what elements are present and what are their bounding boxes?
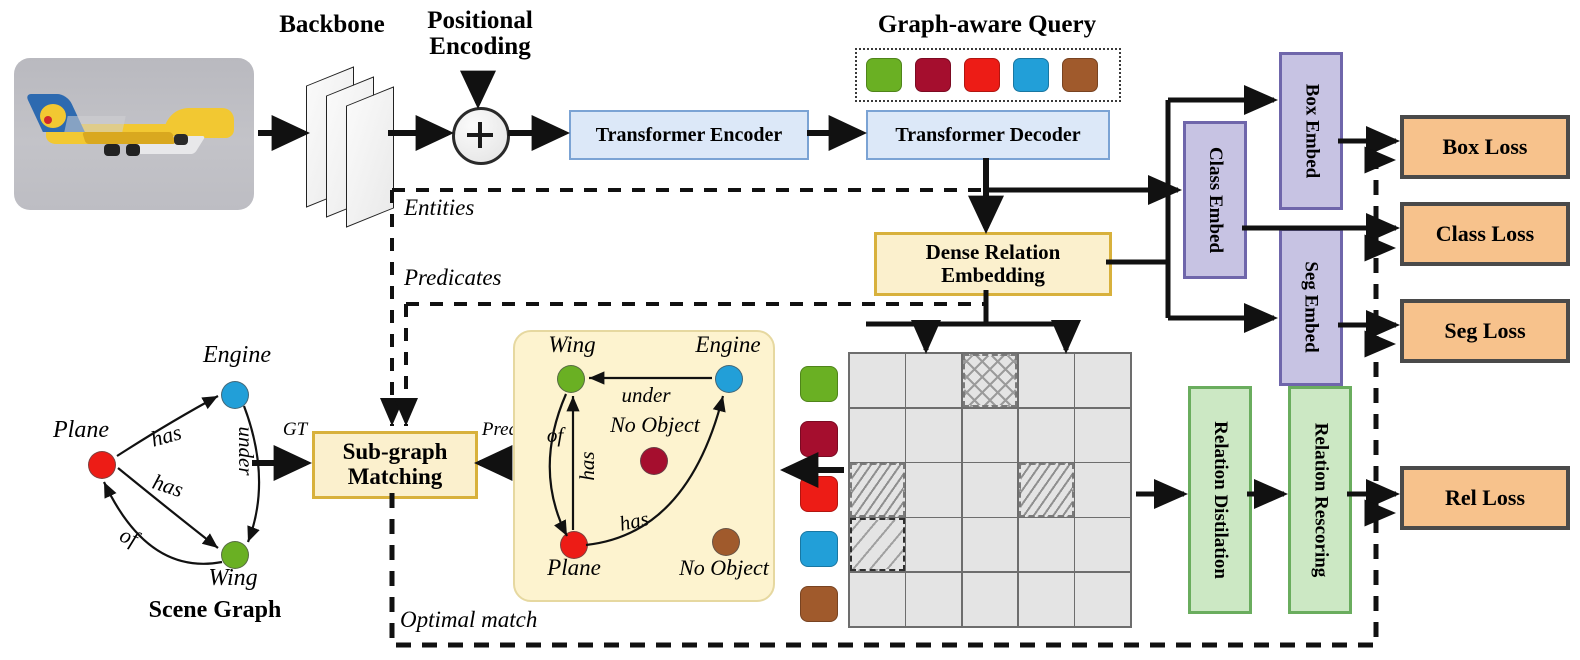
transformer-decoder-box[interactable]: Transformer Decoder <box>866 110 1110 160</box>
matrix-cell-crosshatch <box>962 354 1018 408</box>
query-chip-2 <box>915 58 951 92</box>
box-embed-box[interactable]: Box Embed <box>1279 52 1343 210</box>
gt-edge-has-1: has <box>147 419 185 452</box>
relation-distilation-box[interactable]: Relation Distilation <box>1188 386 1252 614</box>
pred-label-plane: Plane <box>547 555 601 580</box>
matrix-cell <box>850 408 905 462</box>
gt-edge-under: under <box>234 426 259 476</box>
sum-node-icon <box>452 107 510 165</box>
class-embed-label: Class Embed <box>1205 146 1227 254</box>
relation-distilation-label: Relation Distilation <box>1210 421 1231 579</box>
matrix-row-chip-2 <box>800 421 838 457</box>
relation-matrix[interactable] <box>848 352 1132 628</box>
matrix-cell <box>1018 572 1074 626</box>
query-chip-4 <box>1013 58 1049 92</box>
query-chip-5 <box>1062 58 1098 92</box>
graph-aware-query-label: Graph-aware Query <box>877 11 1097 38</box>
gt-label-wing: Wing <box>208 565 258 591</box>
pred-label-noobject-2: No Object <box>679 555 769 580</box>
seg-embed-box[interactable]: Seg Embed <box>1279 228 1343 386</box>
matrix-row-chip-4 <box>800 531 838 567</box>
matrix-cell <box>962 572 1018 626</box>
matrix-row-chip-1 <box>800 366 838 402</box>
pred-node-noobject-1 <box>640 447 668 475</box>
entities-label: Entities <box>404 195 475 220</box>
matrix-cell <box>1075 518 1130 572</box>
matrix-cell <box>1075 408 1130 462</box>
matrix-cell <box>1075 354 1130 408</box>
matrix-cell-wave <box>1018 463 1074 517</box>
class-embed-box[interactable]: Class Embed <box>1183 121 1247 279</box>
matrix-cell <box>906 572 962 626</box>
box-loss-box[interactable]: Box Loss <box>1400 115 1570 179</box>
matrix-cell <box>1018 518 1074 572</box>
input-image <box>14 58 254 210</box>
matrix-cell-diagonal <box>850 518 905 572</box>
matrix-cell <box>906 463 962 517</box>
optimal-match-label: Optimal match <box>400 607 538 632</box>
gt-edge-has-2: has <box>149 468 187 503</box>
seg-embed-label: Seg Embed <box>1301 261 1323 353</box>
matrix-row-chip-3 <box>800 476 838 512</box>
gt-edge-of: of <box>116 521 142 552</box>
rel-loss-box[interactable]: Rel Loss <box>1400 466 1570 530</box>
backbone-layer-3 <box>346 86 394 228</box>
matrix-cell-wave <box>850 463 905 517</box>
transformer-encoder-box[interactable]: Transformer Encoder <box>569 110 809 160</box>
pred-label-noobject-1: No Object <box>610 412 700 437</box>
query-chip-1 <box>866 58 902 92</box>
pred-node-wing <box>557 365 585 393</box>
pred-label-engine: Engine <box>695 332 761 357</box>
subgraph-matching-box[interactable]: Sub-graph Matching <box>312 431 478 499</box>
matrix-cell <box>906 518 962 572</box>
box-embed-label: Box Embed <box>1301 83 1322 179</box>
matrix-cell <box>1075 463 1130 517</box>
matrix-row-chip-5 <box>800 586 838 622</box>
gt-node-plane <box>88 451 116 479</box>
predicates-label: Predicates <box>404 265 502 290</box>
matrix-cell <box>1018 354 1074 408</box>
matrix-cell <box>1075 572 1130 626</box>
matrix-cell <box>906 408 962 462</box>
figure-canvas: Backbone Positional Encoding Transformer… <box>0 0 1580 660</box>
matrix-cell <box>962 518 1018 572</box>
matrix-cell <box>962 408 1018 462</box>
query-chip-3 <box>964 58 1000 92</box>
pred-node-noobject-2 <box>712 528 740 556</box>
matrix-cell <box>1018 408 1074 462</box>
relation-rescoring-box[interactable]: Relation Rescoring <box>1288 386 1352 614</box>
graph-aware-query-strip <box>855 48 1121 102</box>
matrix-cell <box>850 572 905 626</box>
gt-label-engine: Engine <box>203 342 271 368</box>
pred-label-wing: Wing <box>548 332 596 357</box>
matrix-cell <box>850 354 905 408</box>
backbone-label: Backbone <box>279 11 385 38</box>
class-loss-box[interactable]: Class Loss <box>1400 202 1570 266</box>
seg-loss-box[interactable]: Seg Loss <box>1400 299 1570 363</box>
gt-node-engine <box>221 381 249 409</box>
gt-label-plane: Plane <box>53 417 109 443</box>
pred-edge-of: of <box>546 423 564 447</box>
pred-edge-has-1: has <box>574 451 599 481</box>
matrix-cell <box>906 354 962 408</box>
gt-label: GT <box>282 419 308 440</box>
pred-node-engine <box>715 365 743 393</box>
relation-rescoring-label: Relation Rescoring <box>1310 422 1331 578</box>
pred-edge-under: under <box>621 383 671 407</box>
positional-encoding-label: Positional Encoding <box>427 7 533 61</box>
scene-graph-caption: Scene Graph <box>148 597 282 623</box>
dense-relation-embedding-box[interactable]: Dense Relation Embedding <box>874 232 1112 296</box>
matrix-cell <box>962 463 1018 517</box>
